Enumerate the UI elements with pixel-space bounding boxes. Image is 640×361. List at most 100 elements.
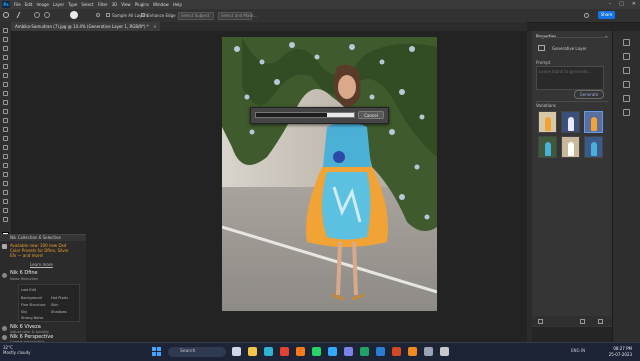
excel-icon[interactable] [360,347,369,356]
menu-item-select[interactable]: Select [81,2,93,7]
menu-item-file[interactable]: File [14,2,21,7]
menu-item-edit[interactable]: Edit [25,2,33,7]
photoshop-logo-icon[interactable]: Ps [2,1,10,8]
menu-item-plugins[interactable]: Plugins [135,2,149,7]
move-tool-icon[interactable] [3,28,8,33]
task-view-icon[interactable] [232,347,241,356]
blur-tool-icon[interactable] [3,145,8,150]
camera-icon[interactable] [440,347,449,356]
quick-selection-icon[interactable] [16,12,27,18]
generate-button[interactable]: Generate [574,90,604,99]
variation-thumbnail[interactable] [538,111,557,133]
menu-item-filter[interactable]: Filter [98,2,108,7]
variation-thumbnail[interactable] [538,136,557,158]
language-indicator[interactable]: ENG IN [571,348,585,353]
lasso-tool-icon[interactable] [3,46,8,51]
windows-start-icon[interactable] [152,347,161,356]
chrome-icon[interactable] [280,347,289,356]
variation-thumbnail[interactable] [584,136,603,158]
menu-item-view[interactable]: View [121,2,131,7]
whatsapp-icon[interactable] [312,347,321,356]
eyedropper-tool-icon[interactable] [3,82,8,87]
clone-stamp-tool-icon[interactable] [3,109,8,114]
learn-more-link[interactable]: Learn more [30,262,53,267]
menu-item-window[interactable]: Window [153,2,169,7]
document-image[interactable] [222,37,437,311]
close-tab-icon[interactable]: ✕ [153,24,156,29]
edge-browser-icon[interactable] [264,347,273,356]
panel-paths-icon[interactable] [623,109,630,116]
preset-background[interactable]: Background [21,296,42,300]
home-icon[interactable] [3,12,9,18]
minimize-icon[interactable]: – [609,1,612,7]
settings-icon[interactable] [424,347,433,356]
preset-hot-pixels[interactable]: Hot Pixels [51,296,68,300]
crop-tool-icon[interactable] [3,64,8,69]
frame-tool-icon[interactable] [3,73,8,78]
hand-tool-icon[interactable] [3,199,8,204]
rectangle-tool-icon[interactable] [3,190,8,195]
edit-toolbar-icon[interactable] [3,217,8,222]
panel-properties-icon[interactable] [623,39,630,46]
brush-tool-icon[interactable] [3,100,8,105]
vlc-icon[interactable] [408,347,417,356]
preset-fine-structure[interactable]: Fine Structure [21,303,46,307]
select-and-mask-button[interactable]: Select and Mask... [218,12,258,20]
panel-channels-icon[interactable] [623,95,630,102]
menu-item-help[interactable]: Help [173,2,182,7]
file-explorer-icon[interactable] [248,347,257,356]
eraser-tool-icon[interactable] [3,127,8,132]
variation-thumbnail[interactable] [561,136,580,158]
taskbar-search[interactable]: Search [168,347,226,357]
brush-add-icon[interactable] [34,12,40,18]
trash-icon[interactable] [598,319,603,324]
enhance-edge-checkbox[interactable] [141,13,145,17]
new-layer-icon[interactable] [580,319,585,324]
photoshop-taskbar-icon[interactable] [328,347,337,356]
close-icon[interactable]: ✕ [632,1,636,7]
mask-icon[interactable] [538,319,543,324]
sample-all-layers-checkbox[interactable] [106,13,110,17]
angle-icon[interactable] [96,13,100,17]
document-tab[interactable]: Ambika-Samudran (7).jpg @ 14.4% (Generat… [11,22,161,31]
pen-tool-icon[interactable] [3,163,8,168]
path-selection-tool-icon[interactable] [3,181,8,186]
panel-libraries-icon[interactable] [623,67,630,74]
preset-last-edit[interactable]: Last Edit [21,288,36,292]
preset-shadows[interactable]: Shadows [51,310,67,314]
nik-item-dfine[interactable]: Nik 6 Dfine [10,270,38,276]
panel-adjustments-icon[interactable] [623,53,630,60]
brush-subtract-icon[interactable] [44,12,50,18]
powerpoint-icon[interactable] [392,347,401,356]
menu-item-type[interactable]: Type [68,2,77,7]
panel-layers-icon[interactable] [623,81,630,88]
search-icon[interactable] [584,13,589,18]
preset-skin[interactable]: Skin [51,303,58,307]
preset-sky[interactable]: Sky [21,310,27,314]
preset-strong-noise[interactable]: Strong Noise [21,316,43,320]
history-brush-tool-icon[interactable] [3,118,8,123]
menu-item-3d[interactable]: 3D [112,2,118,7]
variation-thumbnail[interactable] [561,111,580,133]
variation-thumbnail[interactable] [584,111,603,133]
brush-size-icon[interactable] [70,11,78,19]
menu-item-image[interactable]: Image [36,2,49,7]
cancel-button[interactable]: Cancel [358,111,384,119]
dodge-tool-icon[interactable] [3,154,8,159]
maximize-icon[interactable]: □ [619,1,624,7]
share-button[interactable]: Share [598,11,615,19]
select-subject-button[interactable]: Select Subject [178,12,214,20]
quick-selection-tool-icon[interactable] [3,55,8,60]
marquee-tool-icon[interactable] [3,37,8,42]
type-tool-icon[interactable] [3,172,8,177]
teams-icon[interactable] [344,347,353,356]
weather-widget[interactable]: 32°C Mostly cloudy [3,345,31,355]
word-icon[interactable] [376,347,385,356]
gradient-tool-icon[interactable] [3,136,8,141]
healing-brush-tool-icon[interactable] [3,91,8,96]
zoom-tool-icon[interactable] [3,208,8,213]
firefox-icon[interactable] [296,347,305,356]
menu-item-layer[interactable]: Layer [53,2,64,7]
taskbar-clock[interactable]: 08:27 PM 25-07-2023 [609,346,632,357]
prompt-input[interactable]: Leave blank to generate... [536,66,604,90]
